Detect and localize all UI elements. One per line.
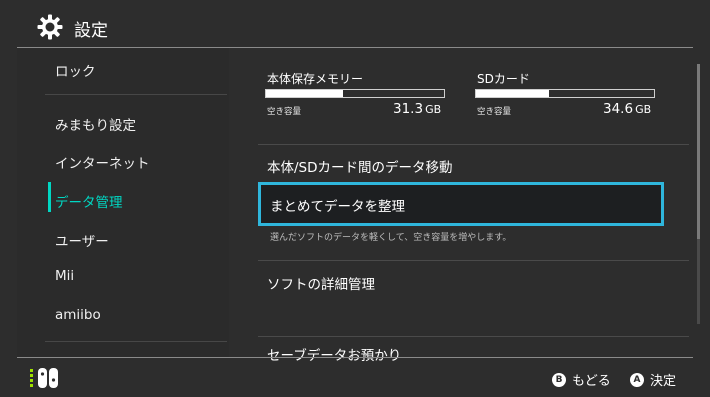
menu-item-quick-archive[interactable]: まとめてデータを整理 [258,182,664,226]
sd-free-value: 34.6 GB [603,101,651,117]
confirm-label: 決定 [650,374,677,389]
sd-storage-bar-fill [476,90,549,97]
main-content: 本体保存メモリー 空き容量 31.3 GB SDカード 空き容量 34.6 GB 本… [229,48,694,364]
gear-icon [37,14,63,40]
menu-item-software-management[interactable]: ソフトの詳細管理 [267,273,375,293]
b-button-icon: B [552,372,566,387]
footer-divider [17,357,693,358]
sidebar-divider [45,341,227,342]
controller-icon [30,368,58,388]
a-button-icon: A [630,372,644,387]
sidebar-item-parental-controls[interactable]: みまもり設定 [55,114,136,134]
menu-item-save-data-cloud[interactable]: セーブデータお預かり [267,344,401,364]
header: 設定 [0,0,710,48]
row-divider [258,144,689,145]
active-indicator [48,182,51,212]
system-free-value: 31.3 GB [393,101,441,117]
page-title: 設定 [74,21,108,41]
menu-item-data-transfer[interactable]: 本体/SDカード間のデータ移動 [267,156,453,176]
menu-item-description: 選んだソフトのデータを軽くして、空き容量を増やします。 [270,233,512,243]
scrollbar-thumb[interactable] [697,64,700,239]
confirm-button[interactable]: A 決定 [630,370,676,389]
sidebar-item-amiibo[interactable]: amiibo [55,307,101,323]
sidebar-item-users[interactable]: ユーザー [55,230,109,250]
row-divider [258,336,689,337]
sd-free-label: 空き容量 [477,107,512,117]
menu-item-label: まとめてデータを整理 [270,199,405,215]
sidebar-item-data-management[interactable]: データ管理 [55,191,123,211]
sidebar-item-lock[interactable]: ロック [55,60,96,80]
sidebar: ロック みまもり設定 インターネット データ管理 ユーザー Mii amiibo [17,48,229,357]
system-storage-bar-fill [266,90,343,97]
sd-free-number: 34.6 [603,101,634,117]
sidebar-item-internet[interactable]: インターネット [55,152,150,172]
sd-storage-label: SDカード [477,72,530,86]
sd-free-unit: GB [635,103,652,116]
system-free-unit: GB [425,103,442,116]
row-divider [258,260,689,261]
system-storage-label: 本体保存メモリー [267,72,364,86]
back-label: もどる [572,374,611,389]
system-storage-bar [265,89,445,98]
system-free-number: 31.3 [393,101,424,117]
sidebar-divider [45,94,227,95]
sidebar-item-mii[interactable]: Mii [55,268,74,284]
system-free-label: 空き容量 [267,107,302,117]
back-button[interactable]: B もどる [552,370,611,389]
sd-storage-bar [475,89,655,98]
